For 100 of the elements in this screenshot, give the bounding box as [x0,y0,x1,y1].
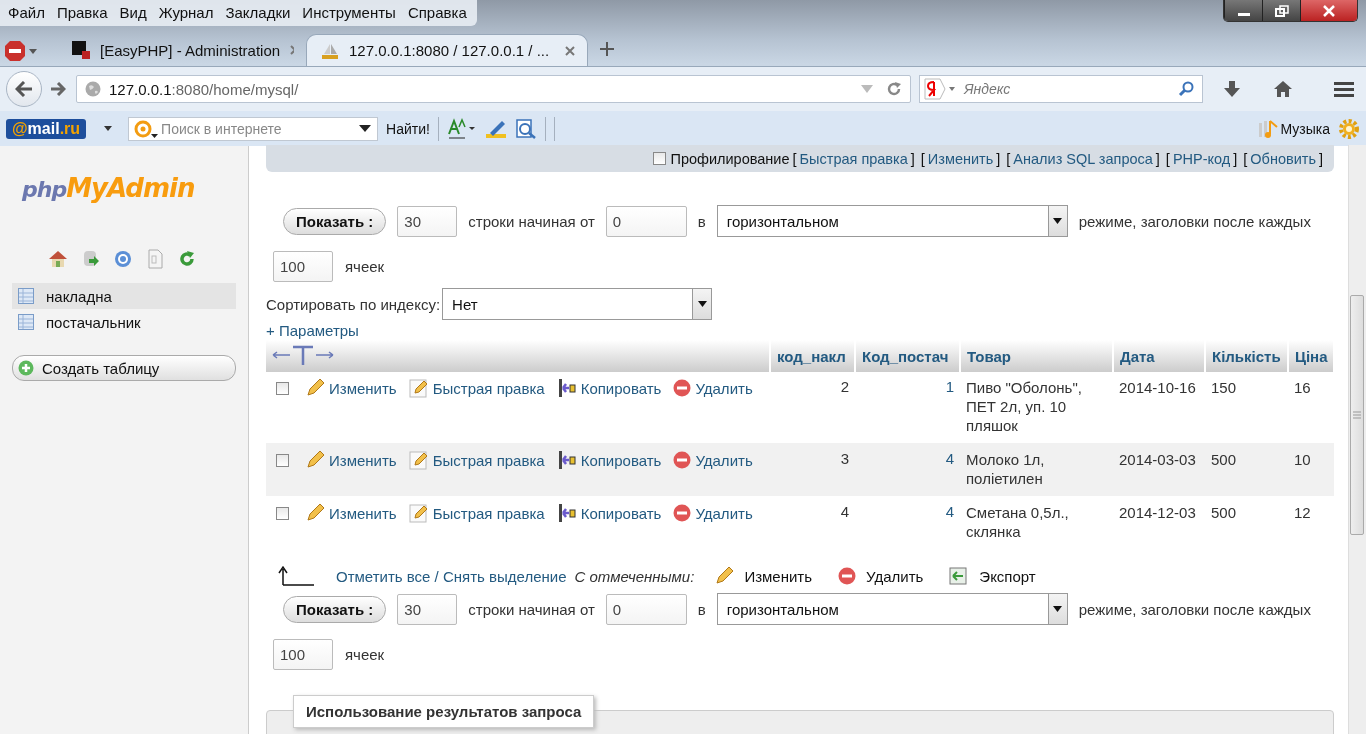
delete-icon [673,504,692,522]
mode-dropdown[interactable]: горизонтальном [716,205,1068,237]
address-bar[interactable]: 127.0.0.1:8080/home/mysql/ [76,75,911,103]
menu-icon[interactable] [1334,81,1354,97]
phpmyadmin-logo[interactable]: phpMyAdmin [22,173,248,203]
column-resize-icon[interactable] [272,343,334,366]
database-arrow-icon[interactable] [82,250,100,268]
table-list-item[interactable]: постачальник [12,309,236,335]
row-action-link[interactable]: Изменить [305,450,397,470]
options-link[interactable]: + Параметры [266,322,359,339]
menu-item[interactable]: Закладки [219,4,297,21]
table-cell: 2014-12-03 [1119,504,1196,521]
select-all-link[interactable]: Отметить все / Снять выделение [336,567,567,585]
row-action-link[interactable]: Изменить [305,378,397,398]
column-header[interactable]: Товар [967,347,1011,365]
help-icon[interactable] [114,250,132,268]
caret-icon[interactable] [104,126,113,131]
caret-icon[interactable] [359,125,372,132]
browser-tab[interactable]: 127.0.0.1:8080 / 127.0.0.1 / ... [306,34,588,66]
cells-field[interactable]: 100 [273,251,333,282]
create-table-button[interactable]: Создать таблицу [12,355,236,381]
table-cell: 150 [1211,379,1237,396]
row-checkbox[interactable] [276,453,289,467]
note-pencil-icon [408,450,429,470]
music-link[interactable]: Музыка [1280,120,1330,137]
browser-tab[interactable]: [EasyPHP] - Administration [58,34,306,66]
row-action-link[interactable]: Копировать [556,450,662,470]
mode-dropdown[interactable]: горизонтальном [716,593,1068,625]
row-action-link[interactable]: Быстрая правка [408,450,545,470]
row-action-link[interactable]: Удалить [673,379,753,397]
row-action-link[interactable]: Копировать [556,378,662,398]
home-icon[interactable] [1273,80,1293,98]
bracket-text: ] [1232,150,1239,167]
bulk-action-button[interactable]: Экспорт [949,567,1036,585]
row-action-link[interactable]: Удалить [673,504,753,522]
bracket-text: [ [919,150,926,167]
field-label: режиме, заголовки после каждых [1078,212,1311,230]
row-action-link[interactable]: Изменить [305,503,397,523]
rows-field[interactable]: 30 [397,593,458,625]
table-cell[interactable]: 4 [945,503,954,520]
cells-field[interactable]: 100 [273,639,333,670]
delete-icon [838,567,857,585]
start-field[interactable]: 0 [605,205,687,237]
copy-icon [556,378,577,398]
checkbox[interactable] [653,152,667,165]
minimize-icon[interactable] [1224,0,1262,21]
table-cell: 500 [1211,451,1237,468]
pencil-icon[interactable] [484,118,507,139]
row-checkbox[interactable] [276,381,289,395]
row-action-link[interactable]: Копировать [556,503,662,523]
toolbar-link[interactable]: Обновить [1250,150,1316,167]
table-cell: 12 [1294,504,1311,521]
row-action-link[interactable]: Быстрая правка [408,503,545,523]
forward-icon[interactable] [50,82,66,96]
mail-logo[interactable]: @mail.ru [6,118,87,139]
bulk-action-button[interactable]: Удалить [838,567,924,585]
table-cell[interactable]: 4 [945,450,954,467]
menu-item[interactable]: Журнал [152,4,220,21]
section-legend: Использование результатов запроса [293,695,595,728]
font-size-icon[interactable] [446,117,477,140]
row-action-link[interactable]: Удалить [673,451,753,469]
find-button[interactable]: Найти! [386,120,430,137]
copy-icon [556,503,577,523]
menu-item[interactable]: Инструменты [296,4,402,21]
field-label: ячеек [345,646,385,663]
toolbar-link[interactable]: Быстрая правка [799,150,908,167]
scrollbar[interactable] [1348,145,1366,734]
page-zoom-icon[interactable] [514,118,537,139]
menu-item[interactable]: Вид [113,4,153,21]
table-list-item[interactable]: накладна [12,283,236,309]
rows-field[interactable]: 30 [397,205,458,237]
note-pencil-icon [408,378,429,398]
show-button[interactable]: Показать : [283,595,387,623]
delete-icon [673,451,692,469]
menu-item[interactable]: Справка [401,4,473,21]
row-checkbox[interactable] [276,506,289,520]
search-icon[interactable] [1178,81,1194,97]
scroll-thumb[interactable] [1350,295,1364,535]
show-button[interactable]: Показать : [283,207,387,235]
toolbar-link[interactable]: Анализ SQL запроса [1013,150,1153,167]
reload-icon[interactable] [178,250,196,268]
bulk-action-button[interactable]: Изменить [714,566,813,586]
search-field[interactable]: Яндекс [919,75,1203,103]
back-button[interactable] [6,71,42,107]
restore-icon[interactable] [1262,0,1300,21]
reload-icon[interactable] [886,81,902,97]
menu-item[interactable]: Правка [50,4,114,21]
menu-item[interactable]: Файл [2,4,51,21]
sort-dropdown[interactable]: Нет [442,288,713,320]
home-icon[interactable] [48,250,68,268]
bracket-text: ] [1317,150,1324,167]
start-field[interactable]: 0 [605,593,687,625]
gear-icon[interactable] [1338,117,1360,140]
search-field[interactable]: Поиск в интернете [128,116,379,141]
toolbar-link[interactable]: PHP-код [1172,150,1231,167]
table-cell[interactable]: 1 [945,378,954,395]
download-icon[interactable] [1223,80,1241,98]
toolbar-link[interactable]: Изменить [927,150,994,167]
row-action-link[interactable]: Быстрая правка [408,378,545,398]
new-tab-icon[interactable] [600,42,614,56]
